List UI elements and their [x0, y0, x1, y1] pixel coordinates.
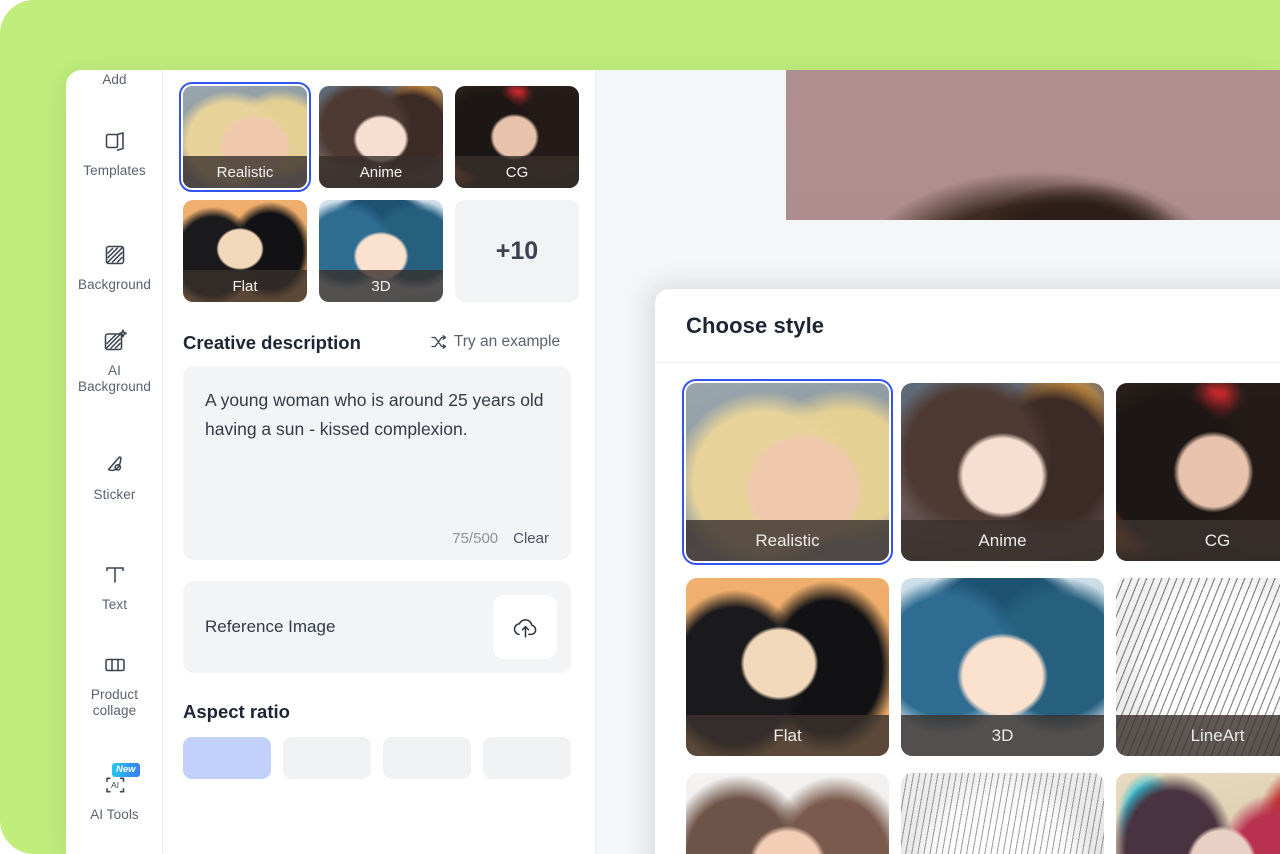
aspect-ratio-title: Aspect ratio — [183, 701, 290, 722]
dialog-style-card-graffiti[interactable]: Graffiti — [1116, 773, 1280, 854]
dialog-style-card-3d[interactable]: 3D — [901, 578, 1104, 756]
background-icon — [100, 240, 130, 270]
dialog-title: Choose style — [686, 312, 825, 338]
style-card-label: CG — [455, 156, 579, 188]
dialog-style-card-label: Anime — [901, 520, 1104, 561]
choose-style-dialog: Choose style Realistic Anime CG Flat 3D LineA… — [655, 289, 1280, 854]
sidebar-item-ai-tools[interactable]: AI New AI Tools — [66, 763, 163, 823]
style-card-3d[interactable]: 3D — [319, 200, 443, 302]
sidebar-rail: Add Templates Background AI Background Stick… — [66, 70, 163, 854]
aspect-ratio-option-3[interactable] — [383, 737, 471, 779]
dialog-style-card-label: Realistic — [686, 520, 889, 561]
sticker-icon — [100, 450, 130, 480]
aspect-ratio-option-4[interactable] — [483, 737, 571, 779]
dialog-style-card-label: LineArt — [1116, 715, 1280, 756]
dialog-style-card-lineart[interactable]: LineArt — [1116, 578, 1280, 756]
clear-button[interactable]: Clear — [513, 530, 549, 547]
sidebar-item-label: Background — [77, 277, 152, 292]
try-an-example-button[interactable]: Try an example — [431, 333, 560, 351]
dialog-style-card-cg[interactable]: CG — [1116, 383, 1280, 561]
sidebar-item-label: Product collage — [90, 687, 139, 718]
ai-background-icon — [100, 326, 130, 356]
templates-icon — [100, 126, 130, 156]
canvas-portrait-image — [786, 70, 1280, 220]
dialog-style-card-label: CG — [1116, 520, 1280, 561]
dialog-style-card-label: 3D — [901, 715, 1104, 756]
sidebar-item-label: AI Tools — [90, 807, 139, 822]
cloud-upload-icon — [513, 618, 536, 637]
text-icon — [100, 560, 130, 590]
creative-description-footer: 75/500 Clear — [452, 530, 549, 547]
dialog-style-card-flat[interactable]: Flat — [686, 578, 889, 756]
sidebar-item-add[interactable]: Add — [66, 72, 163, 88]
sidebar-item-ai-background[interactable]: AI Background — [66, 326, 163, 395]
style-card-cg[interactable]: CG — [455, 86, 579, 188]
dialog-style-card-label: Flat — [686, 715, 889, 756]
style-card-label: 3D — [319, 270, 443, 302]
style-card-realistic[interactable]: Realistic — [179, 82, 311, 192]
sidebar-item-label: Add — [102, 72, 127, 87]
try-an-example-label: Try an example — [453, 333, 561, 350]
shuffle-icon — [431, 335, 447, 349]
style-grid: Realistic Anime CG Flat 3D LineArt WaterColorC… — [655, 363, 1280, 854]
sidebar-item-background[interactable]: Background — [66, 240, 163, 293]
dialog-style-card-realistic[interactable]: Realistic — [682, 379, 893, 565]
aspect-ratio-option-1[interactable] — [183, 737, 271, 779]
dialog-style-card-anime[interactable]: Anime — [901, 383, 1104, 561]
product-collage-icon — [100, 650, 130, 680]
sidebar-item-product-collage[interactable]: Product collage — [66, 650, 163, 719]
character-counter: 75/500 — [452, 530, 499, 547]
reference-image-label: Reference Image — [205, 617, 336, 636]
left-panel: Realistic Anime CG Flat 3D +10 Creative descr… — [163, 70, 596, 854]
aspect-ratio-options — [183, 737, 571, 779]
sidebar-item-templates[interactable]: Templates — [66, 126, 163, 179]
creative-description-value: A young woman who is around 25 years old… — [205, 390, 544, 439]
ai-tools-icon: AI New — [100, 763, 140, 800]
style-card-anime[interactable]: Anime — [319, 86, 443, 188]
style-thumbnail — [901, 773, 1104, 854]
style-card-label: Realistic — [183, 156, 307, 188]
style-quick-grid: Realistic Anime CG Flat 3D +10 — [179, 82, 579, 302]
reference-image-row: Reference Image — [183, 581, 571, 673]
dialog-style-card-comic[interactable]: Comic — [901, 773, 1104, 854]
creative-description-title: Creative description — [183, 332, 361, 353]
new-badge: New — [111, 763, 140, 777]
dialog-style-card-watercolor[interactable]: WaterColor — [686, 773, 889, 854]
style-card-label: Flat — [183, 270, 307, 302]
dialog-header: Choose style — [655, 289, 1280, 363]
more-styles-button[interactable]: +10 — [455, 200, 579, 302]
style-card-flat[interactable]: Flat — [183, 200, 307, 302]
app-window: Add Templates Background AI Background Stick… — [66, 70, 1280, 854]
upload-reference-image-button[interactable] — [493, 595, 557, 659]
style-thumbnail — [1116, 773, 1280, 854]
style-thumbnail — [686, 773, 889, 854]
svg-text:AI: AI — [110, 780, 118, 790]
creative-description-header: Creative description Try an example — [183, 332, 571, 354]
sidebar-item-label: Templates — [83, 163, 146, 178]
sidebar-item-label: Text — [101, 597, 128, 612]
creative-description-input[interactable]: A young woman who is around 25 years old… — [183, 366, 571, 560]
style-card-label: Anime — [319, 156, 443, 188]
sidebar-item-label: Sticker — [93, 487, 136, 502]
sidebar-item-text[interactable]: Text — [66, 560, 163, 613]
sidebar-item-label: AI Background — [77, 363, 152, 394]
sidebar-item-sticker[interactable]: Sticker — [66, 450, 163, 503]
aspect-ratio-option-2[interactable] — [283, 737, 371, 779]
